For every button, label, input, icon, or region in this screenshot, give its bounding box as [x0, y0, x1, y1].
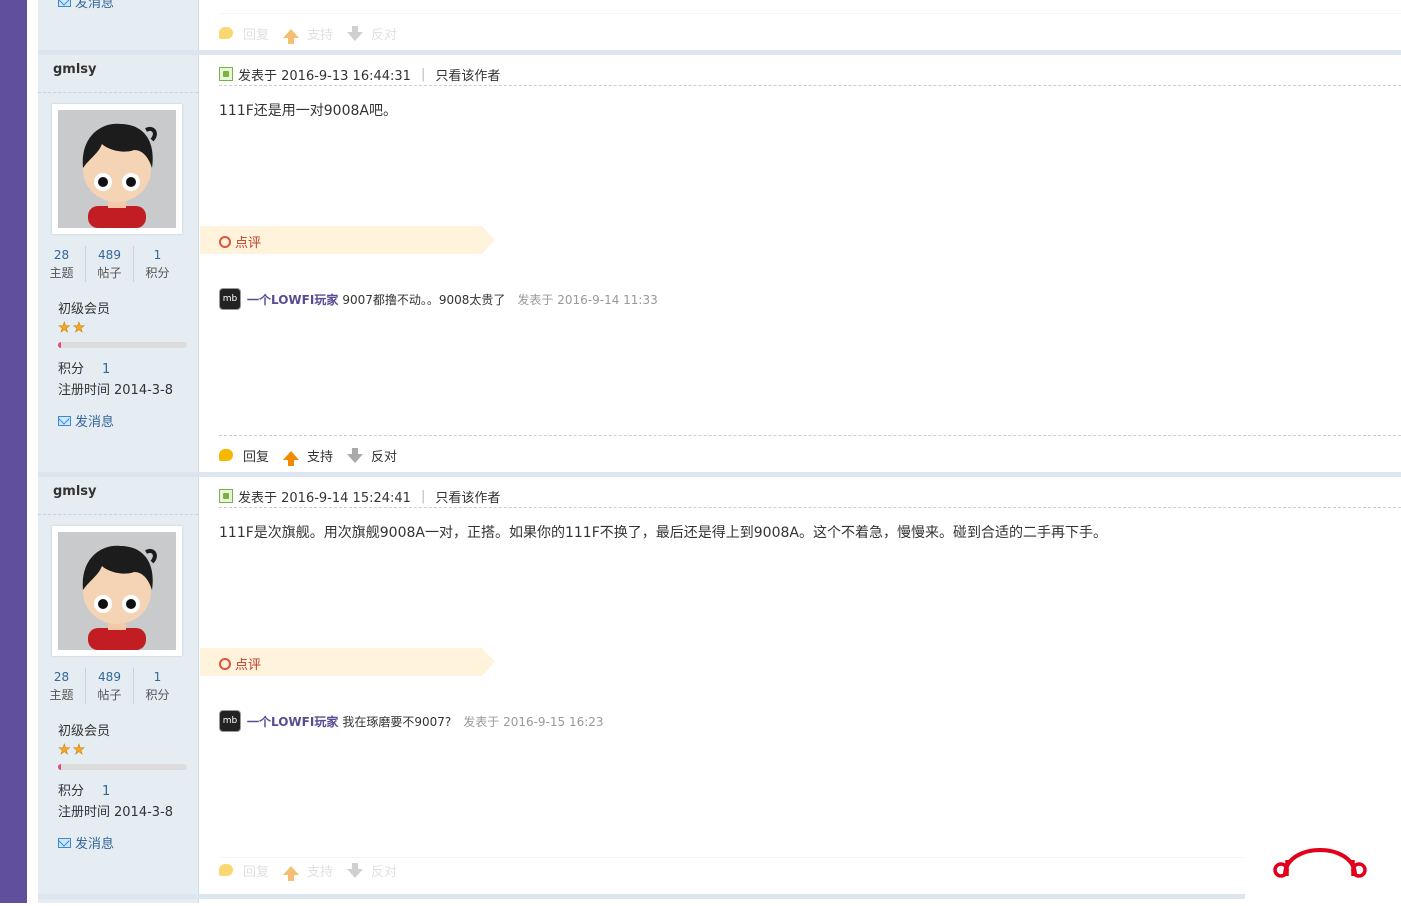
support-button[interactable]: 支持 [283, 24, 333, 44]
level-progress-bar [58, 342, 187, 348]
comment-text: 9007都撸不动。。9008太贵了 [342, 292, 506, 307]
post-time: 发表于 2016-9-14 15:24:41 [238, 490, 411, 506]
reply-icon [219, 864, 233, 876]
mail-icon [58, 415, 71, 426]
star-icon: ★ [58, 320, 71, 336]
oppose-button[interactable]: 反对 [347, 861, 397, 880]
star-icon: ★ [72, 320, 86, 336]
user-stats: 28 主题 489 帖子 1 积分 [38, 668, 198, 704]
user-level: 初级会员 [58, 302, 111, 317]
circle-icon [219, 657, 231, 670]
send-message-link[interactable]: 发消息 [58, 833, 114, 852]
user-stats: 28 主题 489 帖子 1 积分 [38, 246, 198, 282]
level-progress-bar [58, 764, 187, 770]
post-time: 发表于 2016-9-13 16:44:31 [238, 68, 411, 84]
post-actions: 回复 支持 反对 [219, 857, 1401, 882]
level-progress-fill [58, 342, 61, 348]
reply-button[interactable]: 回复 [219, 446, 269, 465]
divider [38, 514, 198, 515]
user-profile-2: gmlsy 28 主题 489 帖子 1 积分 初级会员 ★ ★ 积分 1 注册时间 20… [38, 478, 198, 894]
register-time-row: 注册时间 2014-3-8 [58, 805, 174, 820]
reply-button[interactable]: 回复 [219, 861, 269, 880]
stat-posts[interactable]: 489 帖子 [86, 668, 134, 704]
post-header: 发表于 2016-9-14 15:24:41 | 只看该作者 [219, 485, 1401, 508]
support-button[interactable]: 支持 [283, 861, 333, 881]
star-icon: ★ [72, 742, 86, 758]
commenter-name[interactable]: 一个LOWFI玩家 [247, 291, 338, 308]
stat-points[interactable]: 1 积分 [134, 668, 181, 704]
divider [38, 92, 198, 93]
oppose-button[interactable]: 反对 [347, 446, 397, 465]
points-row: 积分 1 [58, 362, 111, 377]
mail-icon [58, 837, 71, 848]
oppose-button[interactable]: 反对 [347, 24, 397, 43]
stat-topics[interactable]: 28 主题 [38, 246, 86, 282]
post-status-icon [219, 489, 233, 503]
username[interactable]: gmlsy [53, 484, 97, 499]
post-header: 发表于 2016-9-13 16:44:31 | 只看该作者 [219, 63, 1401, 86]
stat-points[interactable]: 1 积分 [134, 246, 181, 282]
send-message-link-top[interactable]: 发消息 [58, 0, 114, 11]
post-2: 发表于 2016-9-14 15:24:41 | 只看该作者 111F是次旗舰。… [200, 478, 1401, 894]
send-message-link[interactable]: 发消息 [58, 411, 114, 430]
stat-posts[interactable]: 489 帖子 [86, 246, 134, 282]
arrow-up-icon [283, 28, 300, 44]
stat-topics[interactable]: 28 主题 [38, 668, 86, 704]
level-stars: ★ ★ [58, 320, 86, 336]
commenter-avatar[interactable]: mb [219, 710, 241, 732]
user-profile-1: gmlsy 28 主题 489 帖子 1 积分 初级会员 ★ ★ 积分 1 注册时间 20… [38, 56, 198, 472]
mail-icon [58, 0, 71, 7]
only-author-link[interactable]: 只看该作者 [435, 65, 500, 84]
comment-item: mb 一个LOWFI玩家 我在琢磨要不9007? 发表于 2016-9-15 1… [219, 710, 604, 732]
gutter [27, 0, 38, 903]
left-accent-bar [0, 0, 27, 903]
arrow-up-icon [283, 450, 300, 466]
level-progress-fill [58, 764, 61, 770]
avatar-image [58, 532, 176, 650]
comment-text: 我在琢磨要不9007? [342, 714, 452, 729]
reply-button[interactable]: 回复 [219, 24, 269, 43]
post-actions-top: 回复 支持 反对 [219, 13, 1401, 52]
post-separator [38, 472, 1401, 477]
post-1: 发表于 2016-9-13 16:44:31 | 只看该作者 111F还是用一对… [200, 56, 1401, 472]
arrow-down-icon [347, 862, 364, 878]
comment-time: 发表于 2016-9-15 16:23 [463, 714, 604, 729]
post-separator [38, 50, 1401, 55]
reply-icon [219, 27, 233, 39]
avatar[interactable] [52, 104, 182, 234]
commenter-name[interactable]: 一个LOWFI玩家 [247, 713, 338, 730]
post-status-icon [219, 67, 233, 81]
circle-icon [219, 235, 231, 248]
post-actions: 回复 支持 反对 [219, 435, 1401, 474]
reply-icon [219, 449, 233, 461]
avatar-image [58, 110, 176, 228]
site-logo[interactable] [1245, 822, 1401, 903]
headphone-logo-icon [1273, 848, 1367, 878]
comment-tag: 点评 [200, 226, 495, 254]
arrow-up-icon [283, 865, 300, 881]
arrow-down-icon [347, 447, 364, 463]
points-row: 积分 1 [58, 784, 111, 799]
post-content: 111F还是用一对9008A吧。 [219, 103, 397, 119]
post-content: 111F是次旗舰。用次旗舰9008A一对，正搭。如果你的111F不换了，最后还是… [219, 525, 1107, 541]
user-level: 初级会员 [58, 724, 111, 739]
comment-tag: 点评 [200, 648, 495, 676]
level-stars: ★ ★ [58, 742, 86, 758]
comment-time: 发表于 2016-9-14 11:33 [517, 292, 658, 307]
support-button[interactable]: 支持 [283, 446, 333, 466]
comment-item: mb 一个LOWFI玩家 9007都撸不动。。9008太贵了 发表于 2016-… [219, 288, 658, 310]
register-time-row: 注册时间 2014-3-8 [58, 383, 174, 398]
star-icon: ★ [58, 742, 71, 758]
avatar[interactable] [52, 526, 182, 656]
arrow-down-icon [347, 25, 364, 41]
username[interactable]: gmlsy [53, 62, 97, 77]
only-author-link[interactable]: 只看该作者 [435, 487, 500, 506]
post-separator [38, 894, 1401, 899]
commenter-avatar[interactable]: mb [219, 288, 241, 310]
